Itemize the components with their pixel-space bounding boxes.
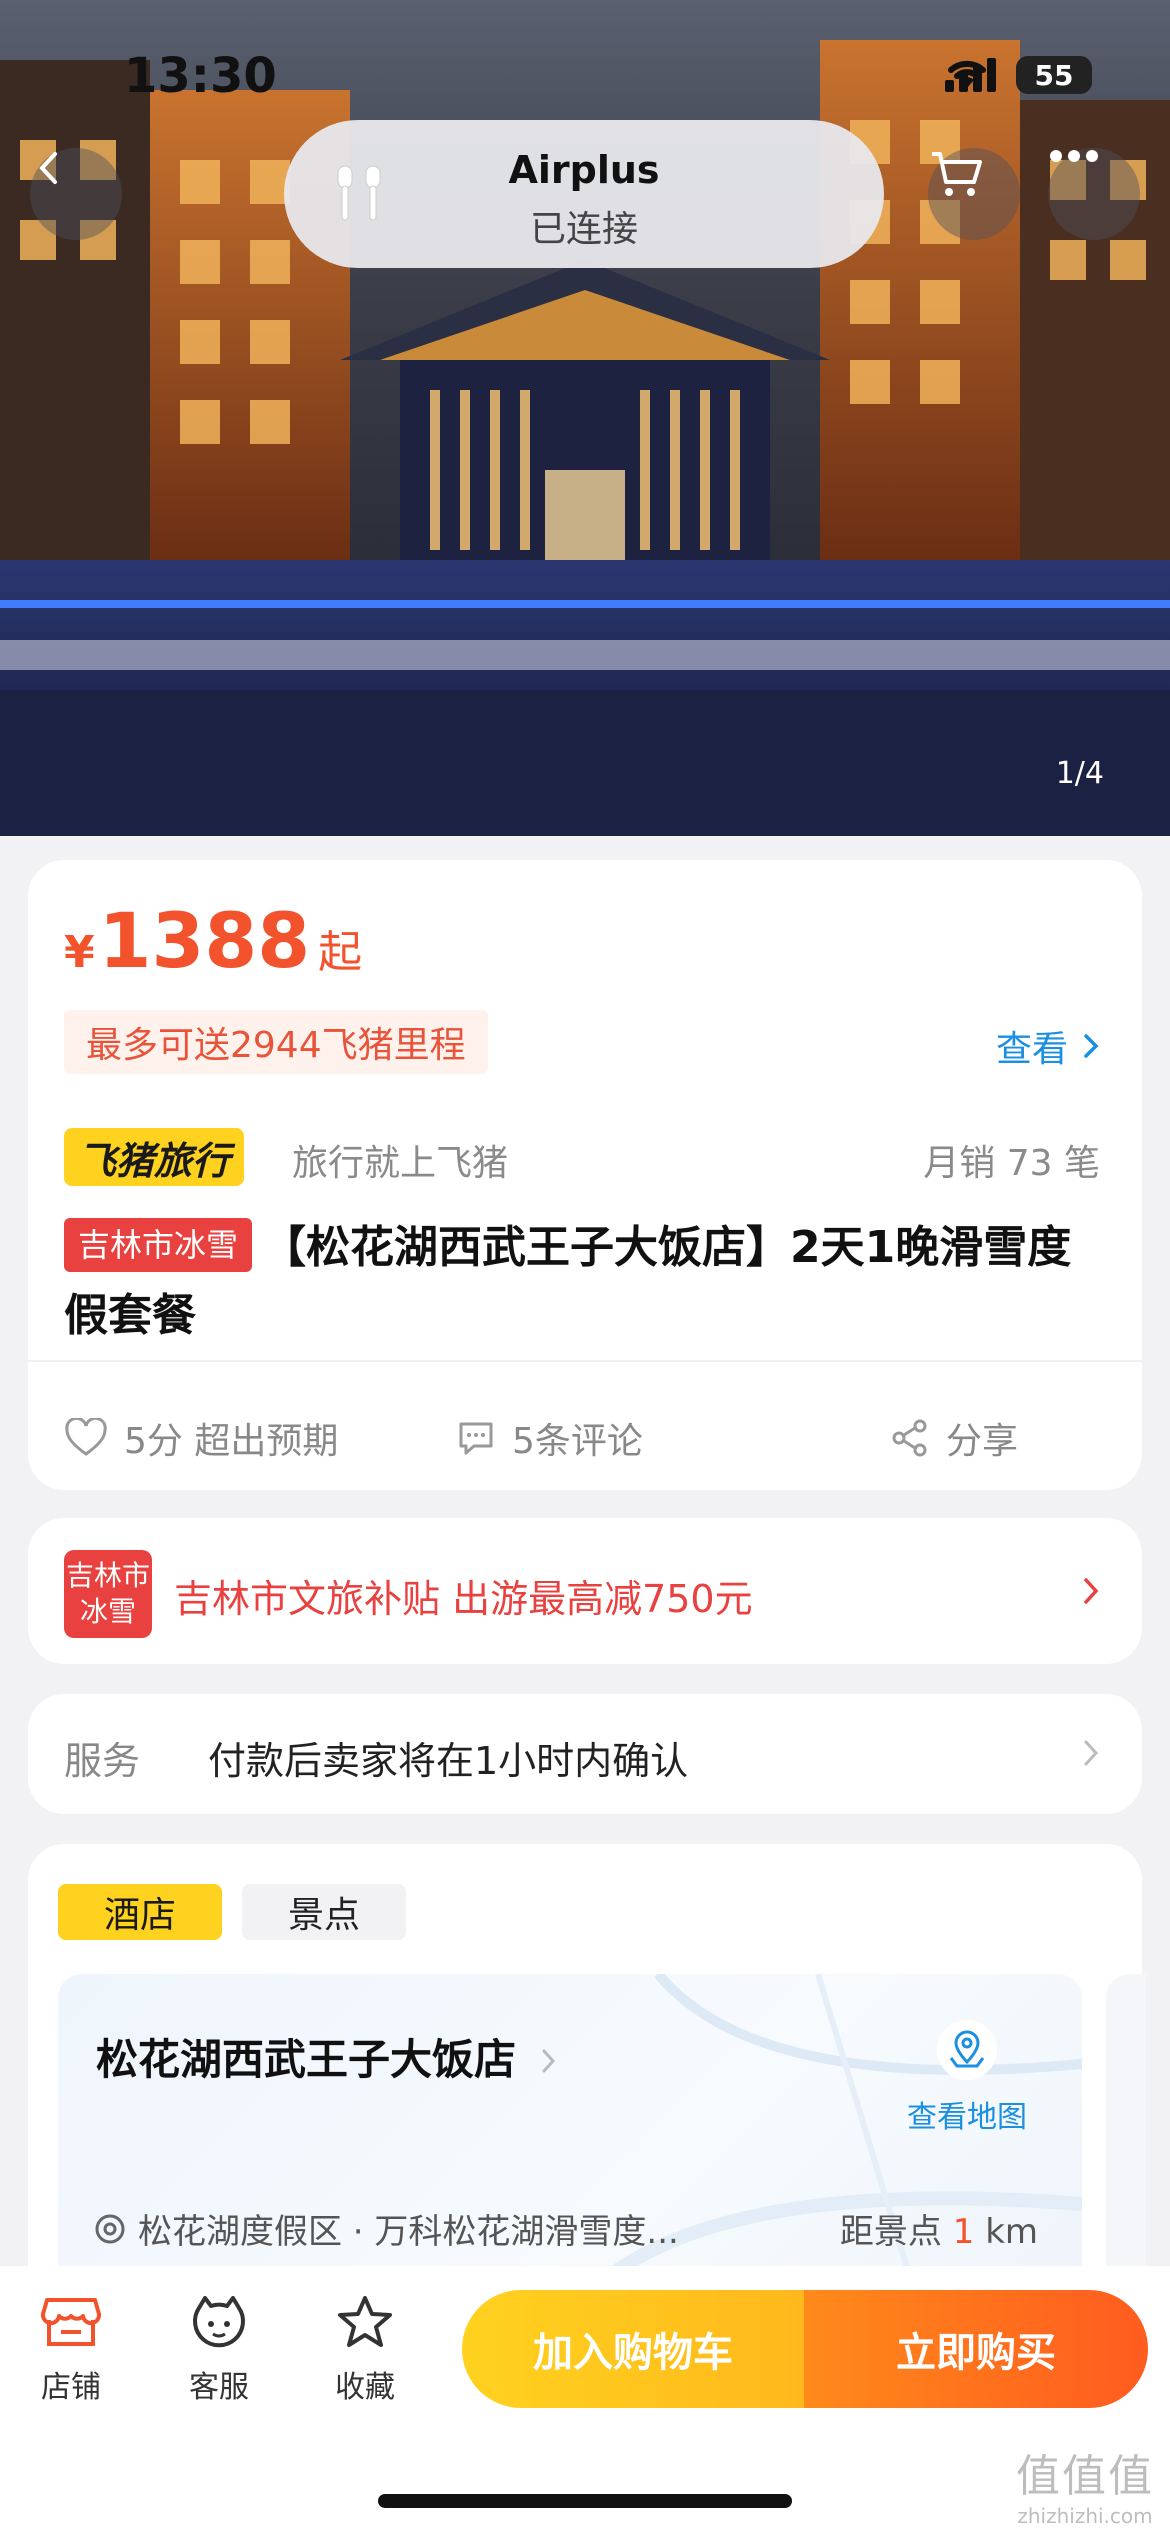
hotel-location: 松花湖度假区 · 万科松花湖滑雪度... <box>94 2204 679 2253</box>
next-card-peek[interactable] <box>1106 1974 1146 2304</box>
price-suffix: 起 <box>318 927 363 978</box>
airpods-connection-banner[interactable]: Airplus 已连接 <box>284 120 884 268</box>
watermark-logo: 值值值 <box>1016 2451 1154 2502</box>
battery-icon: 55 <box>1016 56 1092 94</box>
currency-symbol: ¥ <box>64 927 95 978</box>
gallery-counter: 1/4 <box>1055 756 1104 791</box>
region-tag: 吉林市冰雪 <box>64 1218 253 1272</box>
distance-prefix: 距景点 <box>839 2212 942 2252</box>
store-label: 店铺 <box>41 2370 101 2405</box>
rating-action[interactable]: 5分 超出预期 <box>64 1412 338 1464</box>
chevron-left-icon <box>39 152 57 184</box>
share-text: 分享 <box>946 1421 1019 1462</box>
subsidy-text: 吉林市文旅补贴 出游最高减750元 <box>174 1577 753 1621</box>
share-icon <box>892 1419 927 1457</box>
distance-unit: km <box>985 2212 1038 2252</box>
logo-line-2: 冰雪 <box>79 1595 136 1628</box>
city-ice-snow-logo: 吉林市 冰雪 <box>64 1550 152 1638</box>
view-link-label: 查看 <box>995 1029 1068 1070</box>
favorite-label: 收藏 <box>335 2370 395 2405</box>
price-amount: 1388 <box>98 896 311 985</box>
reviews-action[interactable]: 5条评论 <box>456 1412 643 1464</box>
hotel-tabs: 酒店 景点 <box>58 1884 407 1940</box>
service-text: 付款后卖家将在1小时内确认 <box>208 1739 689 1783</box>
monthly-sales: 月销 73 笔 <box>923 1143 1100 1184</box>
logo-line-1: 吉林市 <box>65 1559 150 1592</box>
chevron-right-icon <box>542 2049 555 2073</box>
tab-attraction[interactable]: 景点 <box>242 1884 407 1940</box>
brand-slogan: 旅行就上飞猪 <box>292 1143 509 1184</box>
favorite-button[interactable]: 收藏 <box>310 2294 420 2406</box>
heart-icon <box>65 1418 107 1456</box>
hotel-name: 松花湖西武王子大饭店 <box>96 2035 517 2084</box>
status-bar: 13:30 55 <box>0 0 1170 130</box>
location-text: 松花湖度假区 · 万科松花湖滑雪度... <box>138 2212 679 2252</box>
chevron-right-icon <box>1084 1578 1099 1604</box>
shopping-cart-icon <box>932 152 982 196</box>
hotel-gallery-image[interactable]: 13:30 55 Airplus 已连接 1/4 <box>0 0 1170 836</box>
view-map-button[interactable]: 查看地图 <box>892 2018 1042 2136</box>
mileage-reward: 最多可送2944飞猪里程 <box>64 1010 488 1074</box>
back-button[interactable] <box>30 148 122 240</box>
status-icons: 55 <box>945 56 1092 94</box>
product-info-card: ¥ 1388 起 最多可送2944飞猪里程 查看 飞猪旅行 旅行就上飞猪 月销 … <box>28 860 1142 1490</box>
customer-service-icon <box>193 2296 245 2348</box>
airplus-title: Airplus <box>508 148 660 192</box>
more-dots-icon <box>1050 150 1098 162</box>
map-pin-icon <box>937 2020 997 2080</box>
status-time: 13:30 <box>124 48 277 104</box>
comment-icon <box>459 1422 493 1455</box>
purchase-buttons: 加入购物车 立即购买 <box>462 2290 1148 2408</box>
distance-to-attraction: 距景点 1 km <box>840 2204 1038 2253</box>
subsidy-banner[interactable]: 吉林市 冰雪 吉林市文旅补贴 出游最高减750元 <box>28 1518 1142 1664</box>
site-watermark: 值值值 zhizhizhi.com <box>1016 2440 1154 2528</box>
home-indicator[interactable] <box>378 2494 792 2508</box>
star-icon <box>338 2296 392 2347</box>
more-button[interactable] <box>1048 148 1140 240</box>
add-to-cart-button[interactable]: 加入购物车 <box>462 2290 804 2408</box>
store-button[interactable]: 店铺 <box>16 2294 126 2406</box>
share-action[interactable]: 分享 <box>890 1412 1018 1464</box>
customer-service-label: 客服 <box>189 2370 249 2405</box>
view-map-label: 查看地图 <box>907 2100 1027 2135</box>
rating-text: 5分 超出预期 <box>124 1421 339 1462</box>
reviews-text: 5条评论 <box>512 1421 643 1462</box>
product-title-block: 吉林市冰雪 【松花湖西武王子大饭店】2天1晚滑雪度假套餐 <box>64 1214 1114 1350</box>
view-mileage-link[interactable]: 查看 <box>996 1020 1100 1072</box>
hotel-name-link[interactable]: 松花湖西武王子大饭店 <box>96 2026 557 2087</box>
location-target-icon <box>95 2214 125 2243</box>
fliggy-brand-badge: 飞猪旅行 <box>64 1128 245 1186</box>
bottom-action-bar: 店铺 客服 收藏 加入购物车 立即购买 <box>0 2266 1170 2532</box>
service-label: 服务 <box>64 1739 141 1783</box>
price: ¥ 1388 起 <box>64 896 362 985</box>
chevron-right-icon <box>1084 1034 1099 1058</box>
service-row[interactable]: 服务 付款后卖家将在1小时内确认 <box>28 1694 1142 1814</box>
chevron-right-icon <box>1084 1740 1099 1766</box>
airplus-status: 已连接 <box>529 209 638 250</box>
wifi-icon <box>948 60 986 88</box>
watermark-url: zhizhizhi.com <box>1017 2504 1153 2528</box>
tab-hotel[interactable]: 酒店 <box>58 1884 223 1940</box>
distance-value: 1 <box>952 2212 975 2252</box>
hotel-info-card[interactable]: 松花湖西武王子大饭店 查看地图 松花湖度假区 · 万科松花湖滑雪度... 距景点 <box>58 1974 1082 2304</box>
buy-now-button[interactable]: 立即购买 <box>804 2290 1148 2408</box>
store-icon <box>40 2298 102 2346</box>
divider <box>28 1360 1142 1362</box>
customer-service-button[interactable]: 客服 <box>164 2294 274 2406</box>
cart-button[interactable] <box>928 148 1020 240</box>
